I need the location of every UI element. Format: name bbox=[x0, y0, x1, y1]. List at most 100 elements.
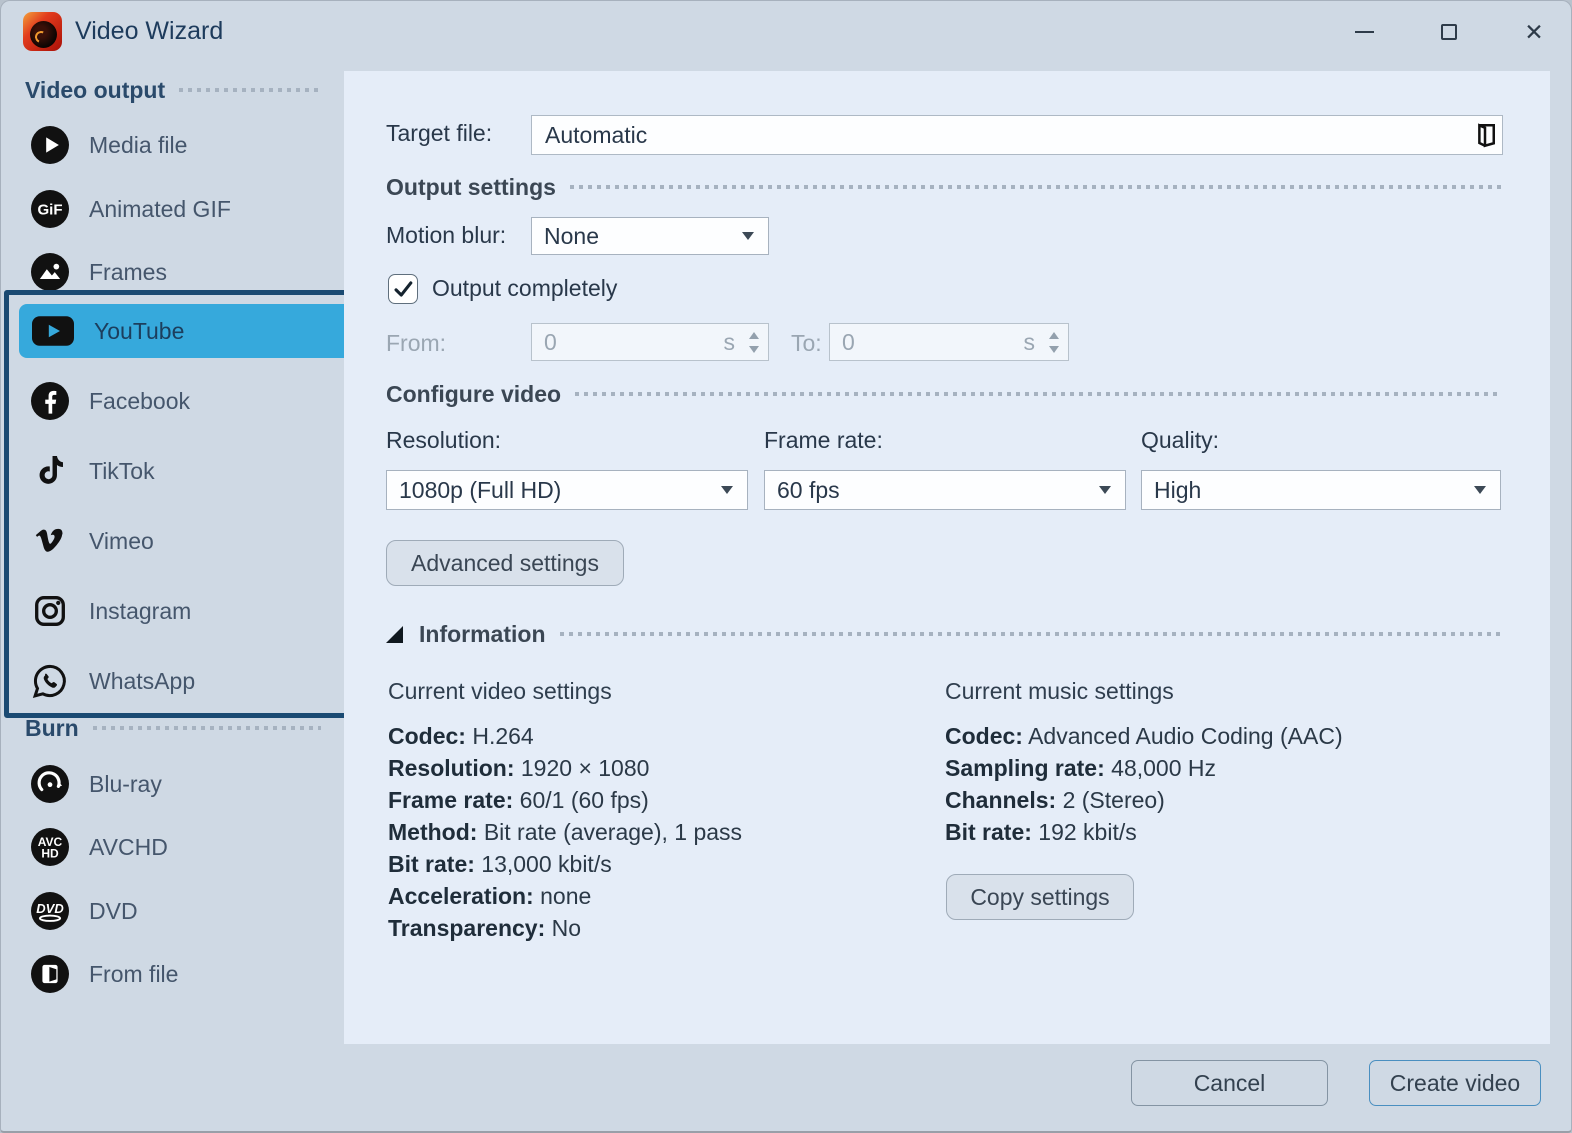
music-settings-title: Current music settings bbox=[945, 678, 1174, 705]
dotted-divider bbox=[560, 632, 1502, 636]
copy-settings-button[interactable]: Copy settings bbox=[946, 874, 1134, 920]
from-label: From: bbox=[386, 330, 446, 357]
from-file-icon bbox=[31, 955, 69, 993]
video-settings-title: Current video settings bbox=[388, 678, 612, 705]
configure-video-header: Configure video bbox=[386, 379, 1501, 409]
sidebar-item-dvd[interactable]: DVD DVD bbox=[31, 885, 138, 937]
info-row: Acceleration: none bbox=[388, 880, 742, 912]
frame-rate-label: Frame rate: bbox=[764, 427, 883, 454]
sidebar-section-video-output: Video output bbox=[25, 75, 321, 105]
minimize-button[interactable] bbox=[1343, 11, 1385, 53]
quality-dropdown[interactable]: High bbox=[1141, 470, 1501, 510]
sidebar-item-whatsapp[interactable]: WhatsApp bbox=[31, 655, 195, 707]
browse-button[interactable] bbox=[1468, 118, 1502, 152]
from-input[interactable]: 0 s bbox=[531, 323, 769, 361]
vimeo-icon bbox=[31, 522, 69, 560]
play-circle-icon bbox=[31, 126, 69, 164]
sidebar-item-instagram[interactable]: Instagram bbox=[31, 585, 191, 637]
output-settings-header: Output settings bbox=[386, 172, 1501, 202]
maximize-button[interactable] bbox=[1428, 11, 1470, 53]
target-file-value: Automatic bbox=[532, 122, 1468, 149]
chevron-down-icon bbox=[1099, 486, 1111, 494]
to-label: To: bbox=[791, 330, 822, 357]
create-video-button[interactable]: Create video bbox=[1369, 1060, 1541, 1106]
app-window: Video Wizard ✕ Video output Media file G… bbox=[0, 0, 1572, 1133]
info-row: Sampling rate: 48,000 Hz bbox=[945, 752, 1343, 784]
sidebar-section-burn: Burn bbox=[25, 713, 321, 743]
dotted-divider bbox=[570, 185, 1501, 189]
section-label: Burn bbox=[25, 715, 79, 742]
chevron-down-icon bbox=[1474, 486, 1486, 494]
resolution-dropdown[interactable]: 1080p (Full HD) bbox=[386, 470, 748, 510]
collapse-triangle-icon bbox=[386, 626, 403, 643]
photo-circle-icon bbox=[31, 253, 69, 291]
info-row: Bit rate: 192 kbit/s bbox=[945, 816, 1343, 848]
sidebar-item-facebook[interactable]: Facebook bbox=[31, 375, 190, 427]
sidebar-item-avchd[interactable]: AVCHD AVCHD bbox=[31, 821, 168, 873]
quality-label: Quality: bbox=[1141, 427, 1219, 454]
sidebar-item-tiktok[interactable]: TikTok bbox=[31, 445, 155, 497]
sidebar-item-animated-gif[interactable]: GiF Animated GIF bbox=[31, 183, 231, 235]
info-row: Transparency: No bbox=[388, 912, 742, 944]
minimize-icon bbox=[1355, 31, 1374, 33]
chevron-down-icon bbox=[721, 486, 733, 494]
information-header[interactable]: Information bbox=[386, 619, 1501, 649]
target-file-label: Target file: bbox=[386, 120, 492, 147]
tiktok-icon bbox=[31, 452, 69, 490]
advanced-settings-button[interactable]: Advanced settings bbox=[386, 540, 624, 586]
info-row: Frame rate: 60/1 (60 fps) bbox=[388, 784, 742, 816]
sidebar-item-youtube-selected[interactable]: YouTube bbox=[19, 304, 356, 358]
info-row: Channels: 2 (Stereo) bbox=[945, 784, 1343, 816]
facebook-icon bbox=[31, 382, 69, 420]
svg-text:HD: HD bbox=[41, 846, 59, 860]
stepper-down-icon bbox=[1049, 346, 1059, 353]
to-input[interactable]: 0 s bbox=[829, 323, 1069, 361]
resolution-label: Resolution: bbox=[386, 427, 501, 454]
maximize-icon bbox=[1441, 24, 1457, 40]
stepper-arrows[interactable] bbox=[1049, 332, 1059, 353]
music-settings-list: Codec: Advanced Audio Coding (AAC) Sampl… bbox=[945, 720, 1343, 848]
sidebar-item-vimeo[interactable]: Vimeo bbox=[31, 515, 154, 567]
stepper-down-icon bbox=[749, 346, 759, 353]
section-label: Video output bbox=[25, 77, 165, 104]
info-row: Codec: H.264 bbox=[388, 720, 742, 752]
stepper-arrows[interactable] bbox=[749, 332, 759, 353]
dotted-divider bbox=[179, 88, 321, 92]
app-logo-icon bbox=[23, 12, 62, 51]
svg-text:DVD: DVD bbox=[36, 901, 63, 916]
close-button[interactable]: ✕ bbox=[1513, 11, 1555, 53]
instagram-icon bbox=[31, 592, 69, 630]
cancel-button[interactable]: Cancel bbox=[1131, 1060, 1328, 1106]
svg-text:GiF: GiF bbox=[37, 202, 62, 219]
gif-circle-icon: GiF bbox=[31, 190, 69, 228]
sidebar-item-from-file[interactable]: From file bbox=[31, 948, 178, 1000]
stepper-up-icon bbox=[749, 332, 759, 339]
info-row: Codec: Advanced Audio Coding (AAC) bbox=[945, 720, 1343, 752]
chevron-down-icon bbox=[742, 232, 754, 240]
info-row: Bit rate: 13,000 kbit/s bbox=[388, 848, 742, 880]
avchd-icon: AVCHD bbox=[31, 828, 69, 866]
dvd-icon: DVD bbox=[31, 892, 69, 930]
sidebar-item-media-file[interactable]: Media file bbox=[31, 119, 187, 171]
stepper-up-icon bbox=[1049, 332, 1059, 339]
open-folder-icon bbox=[1470, 120, 1500, 150]
sidebar-item-frames[interactable]: Frames bbox=[31, 246, 167, 298]
whatsapp-icon bbox=[31, 662, 69, 700]
checkmark-icon bbox=[390, 276, 416, 302]
youtube-icon bbox=[32, 316, 74, 346]
title-bar: Video Wizard ✕ bbox=[1, 1, 1571, 63]
window-title: Video Wizard bbox=[75, 17, 223, 46]
dotted-divider bbox=[575, 392, 1501, 396]
motion-blur-dropdown[interactable]: None bbox=[531, 217, 769, 255]
dotted-divider bbox=[93, 726, 321, 730]
output-completely-label: Output completely bbox=[432, 275, 617, 302]
info-row: Resolution: 1920 × 1080 bbox=[388, 752, 742, 784]
frame-rate-dropdown[interactable]: 60 fps bbox=[764, 470, 1126, 510]
output-completely-checkbox[interactable] bbox=[388, 274, 418, 304]
video-settings-list: Codec: H.264 Resolution: 1920 × 1080 Fra… bbox=[388, 720, 742, 944]
target-file-input[interactable]: Automatic bbox=[531, 115, 1503, 155]
close-icon: ✕ bbox=[1524, 21, 1543, 44]
bluray-icon bbox=[31, 765, 69, 803]
info-row: Method: Bit rate (average), 1 pass bbox=[388, 816, 742, 848]
sidebar-item-blu-ray[interactable]: Blu-ray bbox=[31, 758, 162, 810]
